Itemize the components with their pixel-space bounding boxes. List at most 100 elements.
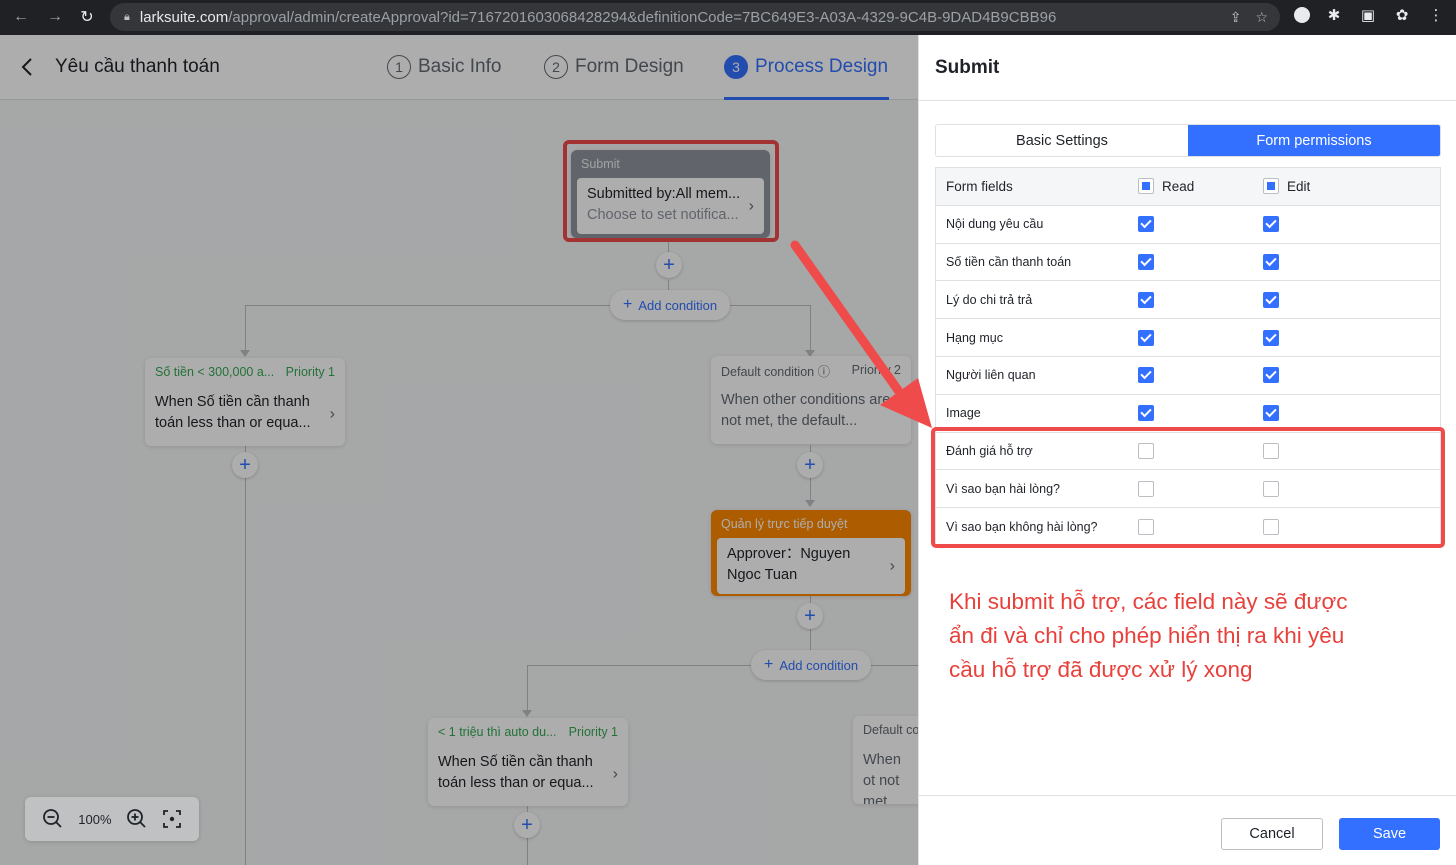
chevron-right-icon: › (612, 765, 618, 783)
approver-node[interactable]: Quản lý trực tiếp duyệt Approver：Nguyen … (711, 510, 911, 596)
profile-avatar-icon[interactable]: ✿ (1392, 5, 1412, 25)
condition-2-title: < 1 triệu thì auto du... (438, 725, 557, 739)
zoom-out-icon[interactable] (42, 808, 64, 830)
read-checkbox[interactable] (1138, 405, 1154, 422)
condition-1-title: Số tiền < 300,000 a... (155, 365, 275, 379)
step-label: Process Design (755, 56, 889, 77)
chevron-right-icon: › (889, 557, 895, 575)
highlight-box-fields (931, 427, 1445, 548)
add-node-button[interactable]: + (232, 452, 258, 478)
approver-node-body: Approver：Nguyen Ngoc Tuan (727, 546, 851, 583)
table-row: Người liên quan (936, 357, 1440, 395)
add-condition-label: Add condition (638, 297, 718, 313)
edit-checkbox[interactable] (1263, 367, 1279, 384)
step-number: 1 (387, 55, 411, 79)
table-row: Số tiền cần thanh toán (936, 244, 1440, 282)
field-name: Người liên quan (946, 368, 1036, 383)
edit-checkbox[interactable] (1263, 291, 1279, 308)
tab-form-permissions[interactable]: Form permissions (1188, 125, 1440, 156)
approver-node-title: Quản lý trực tiếp duyệt (721, 517, 848, 531)
field-name: Số tiền cần thanh toán (946, 254, 1072, 269)
active-step-underline (724, 97, 889, 100)
step-form-design[interactable]: 2 Form Design (544, 55, 684, 79)
browser-toolbar: ← → ↻ 🔒︎ larksuite.com /approval/admin/c… (0, 0, 1456, 35)
page-title: Yêu cầu thanh toán (55, 56, 220, 77)
tab-basic-settings[interactable]: Basic Settings (936, 125, 1188, 156)
node-settings-panel: Submit Basic Settings Form permissions F… (918, 35, 1456, 865)
share-icon[interactable]: ⇪ (1230, 9, 1242, 26)
field-name: Nội dung yêu cầu (946, 217, 1044, 232)
condition-node-1[interactable]: Số tiền < 300,000 a... Priority 1 When Số… (145, 358, 345, 446)
settings-tabs: Basic Settings Form permissions (935, 124, 1441, 157)
extensions-puzzle-icon[interactable]: ✱ (1324, 5, 1344, 25)
plus-icon: + (623, 296, 633, 313)
zoom-in-icon[interactable] (126, 808, 148, 830)
condition-node-2[interactable]: < 1 triệu thì auto du... Priority 1 When … (428, 718, 628, 806)
address-bar[interactable]: 🔒︎ larksuite.com /approval/admin/createA… (110, 3, 1280, 31)
plus-icon: + (764, 656, 774, 673)
default-condition-node-1[interactable]: Default condition ⓘ Priority 2 When other… (711, 356, 911, 444)
read-checkbox[interactable] (1138, 367, 1154, 384)
condition-1-body: When Số tiền cần thanh toán less than or… (155, 394, 311, 431)
annotation-text: Khi submit hỗ trợ, các field này sẽ được… (949, 589, 1348, 682)
forward-icon[interactable]: → (40, 2, 70, 32)
url-path: /approval/admin/createApproval?id=716720… (228, 8, 1057, 26)
highlight-box-submit (563, 140, 779, 242)
app-header: Yêu cầu thanh toán 1 Basic Info 2 Form Des… (0, 35, 918, 100)
read-checkbox[interactable] (1138, 216, 1154, 233)
side-panel-icon[interactable]: ▣ (1358, 5, 1378, 25)
back-icon[interactable]: ← (6, 2, 36, 32)
default-condition-1-title: Default condition ⓘ (721, 364, 831, 379)
read-checkbox[interactable] (1138, 329, 1154, 346)
step-number: 2 (544, 55, 568, 79)
panel-title: Submit (935, 57, 1000, 78)
panel-divider (919, 100, 1456, 101)
step-label: Basic Info (418, 56, 502, 77)
condition-1-priority: Priority 1 (285, 365, 335, 379)
bookmark-star-icon[interactable]: ☆ (1255, 9, 1268, 26)
read-checkbox[interactable] (1138, 291, 1154, 308)
default-condition-node-2[interactable]: Default co When ot not met, (853, 716, 918, 804)
zoom-controls: 100% (25, 797, 199, 841)
step-label: Form Design (575, 56, 684, 77)
edit-checkbox[interactable] (1263, 329, 1279, 346)
column-header-read: Read (1162, 178, 1195, 194)
read-checkbox[interactable] (1138, 253, 1154, 270)
field-name: Image (946, 406, 981, 421)
add-node-button[interactable]: + (514, 812, 540, 838)
edit-checkbox[interactable] (1263, 216, 1279, 233)
default-condition-1-body: When other conditions are not met, the d… (721, 392, 891, 429)
extension-circle-icon[interactable] (1294, 7, 1310, 23)
cancel-button[interactable]: Cancel (1221, 818, 1323, 850)
condition-2-body: When Số tiền cần thanh toán less than or… (438, 754, 594, 791)
default-condition-1-priority: Priority 2 (851, 363, 901, 377)
table-row: Nội dung yêu cầu (936, 206, 1440, 244)
add-condition-button[interactable]: + Add condition (751, 650, 872, 680)
read-all-checkbox[interactable] (1138, 178, 1154, 195)
process-canvas[interactable]: Submit Submitted by:All mem... Choose to… (0, 100, 918, 865)
add-node-button[interactable]: + (797, 603, 823, 629)
field-name: Hạng mục (946, 330, 1003, 345)
lock-icon: 🔒︎ (124, 10, 130, 23)
fit-screen-icon[interactable] (162, 809, 182, 829)
step-basic-info[interactable]: 1 Basic Info (387, 55, 501, 79)
add-node-button[interactable]: + (656, 252, 682, 278)
edit-checkbox[interactable] (1263, 253, 1279, 270)
zoom-level: 100% (78, 811, 112, 827)
column-header-edit: Edit (1287, 178, 1311, 194)
step-process-design[interactable]: 3 Process Design (724, 55, 888, 79)
edit-all-checkbox[interactable] (1263, 178, 1279, 195)
table-row: Hạng mục (936, 319, 1440, 357)
panel-footer: Cancel Save (919, 795, 1456, 865)
add-condition-button[interactable]: + Add condition (610, 290, 731, 320)
back-arrow-icon[interactable] (16, 53, 40, 81)
save-button[interactable]: Save (1339, 818, 1440, 850)
step-number: 3 (724, 55, 748, 79)
menu-dots-icon[interactable]: ⋮ (1426, 5, 1446, 25)
edit-checkbox[interactable] (1263, 405, 1279, 422)
condition-2-priority: Priority 1 (568, 725, 618, 739)
chevron-right-icon: › (329, 405, 335, 423)
table-header-row: Form fields Read Edit (936, 168, 1440, 206)
reload-icon[interactable]: ↻ (72, 2, 102, 32)
add-node-button[interactable]: + (797, 452, 823, 478)
